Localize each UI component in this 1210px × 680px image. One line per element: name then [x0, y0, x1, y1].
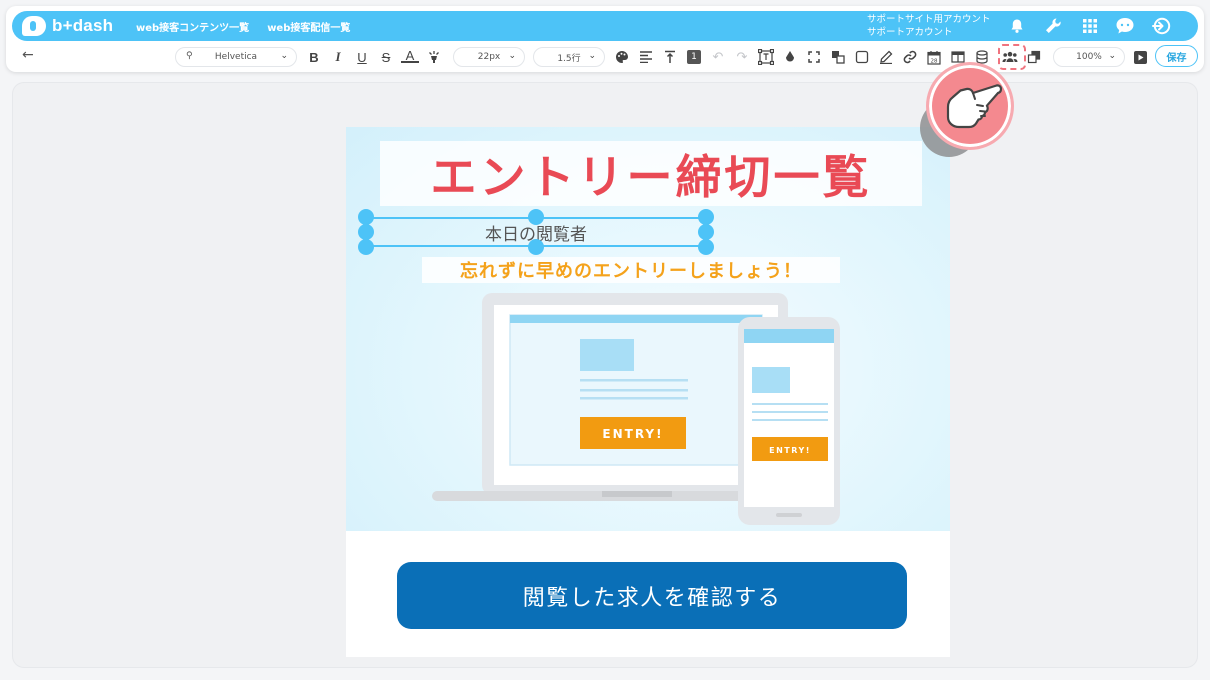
arrange-icon[interactable]: [829, 48, 847, 66]
layer-number: 1: [687, 50, 701, 64]
pointer-callout: [926, 62, 1014, 150]
hero-banner[interactable]: エントリー締切一覧 ENTRY! ENTRY! 本日の閲覧者 忘れずに早めのエン…: [346, 127, 950, 531]
align-left-icon[interactable]: [637, 48, 655, 66]
banner-tagline: 忘れずに早めのエントリーしましょう！: [460, 261, 802, 282]
layer-badge[interactable]: 1: [685, 48, 703, 66]
font-family-select[interactable]: ⚲ Helvetica ⌄: [175, 47, 297, 67]
resize-handle-mr[interactable]: [698, 224, 714, 240]
chevron-down-icon: ⌄: [280, 51, 288, 61]
resize-handle-ml[interactable]: [358, 224, 374, 240]
strikethrough-icon[interactable]: S: [377, 48, 395, 66]
text-color-icon[interactable]: A: [401, 48, 419, 63]
entry-label-mobile: ENTRY!: [769, 446, 811, 455]
nav-delivery-list[interactable]: web接客配信一覧: [267, 19, 350, 34]
palette-icon[interactable]: [613, 48, 631, 66]
logo-text: b+dash: [52, 16, 114, 35]
font-family-value: Helvetica: [214, 52, 258, 62]
back-arrow-icon[interactable]: ←: [22, 47, 34, 63]
zoom-select[interactable]: 100% ⌄: [1053, 47, 1125, 67]
logout-icon[interactable]: [1151, 16, 1171, 36]
italic-icon[interactable]: I: [329, 48, 347, 66]
nav-content-list[interactable]: web接客コンテンツ一覧: [136, 19, 249, 34]
logo-mark-icon: [22, 16, 46, 36]
duplicate-icon[interactable]: [1025, 48, 1043, 66]
font-size-value: 22px: [477, 52, 501, 62]
font-size-select[interactable]: 22px ⌄: [453, 47, 525, 67]
banner-title: エントリー締切一覧: [430, 149, 872, 204]
border-box-icon[interactable]: [853, 48, 871, 66]
calendar-icon[interactable]: 28: [925, 48, 943, 66]
zoom-value: 100%: [1076, 52, 1102, 62]
underline-icon[interactable]: U: [353, 48, 371, 66]
vertical-align-top-icon[interactable]: [661, 48, 679, 66]
title-block[interactable]: エントリー締切一覧: [380, 141, 922, 206]
resize-handle-br[interactable]: [698, 239, 714, 255]
tagline-block[interactable]: 忘れずに早めのエントリーしましょう！: [422, 257, 840, 283]
highlight-icon[interactable]: [425, 48, 443, 66]
highlight-frame: [998, 44, 1026, 70]
search-icon: ⚲: [186, 51, 193, 61]
save-button[interactable]: 保存: [1155, 45, 1198, 67]
hand-pointer-icon: [946, 84, 1003, 129]
resize-handle-bm[interactable]: [528, 239, 544, 255]
resize-handle-tr[interactable]: [698, 209, 714, 225]
chevron-down-icon: ⌄: [508, 51, 516, 61]
account-info[interactable]: サポートサイト用アカウント サポートアカウント: [867, 13, 1007, 39]
top-header: b+dash web接客コンテンツ一覧 web接客配信一覧 サポートサイト用アカ…: [12, 11, 1198, 41]
wrench-icon[interactable]: [1043, 16, 1063, 36]
apps-grid-icon[interactable]: [1080, 16, 1100, 36]
bold-icon[interactable]: B: [305, 48, 323, 66]
resize-handle-tl[interactable]: [358, 209, 374, 225]
logo[interactable]: b+dash: [22, 16, 122, 36]
fullscreen-icon[interactable]: [805, 48, 823, 66]
pen-icon[interactable]: [877, 48, 895, 66]
line-height-value: 1.5行: [557, 53, 581, 64]
entry-label: ENTRY!: [602, 427, 663, 441]
resize-handle-bl[interactable]: [358, 239, 374, 255]
preview-play-icon[interactable]: [1131, 48, 1149, 66]
content-canvas: エントリー締切一覧 ENTRY! ENTRY! 本日の閲覧者 忘れずに早めのエン…: [346, 127, 950, 657]
svg-text:28: 28: [931, 58, 938, 64]
resize-handle-tm[interactable]: [528, 209, 544, 225]
chat-support-icon[interactable]: [1115, 16, 1135, 36]
device-illustration: ENTRY! ENTRY!: [432, 293, 840, 525]
account-name: サポートサイト用アカウント: [867, 14, 991, 25]
view-jobs-button[interactable]: 閲覧した求人を確認する: [397, 562, 907, 629]
chevron-down-icon: ⌄: [1108, 51, 1116, 61]
link-icon[interactable]: [901, 48, 919, 66]
line-height-select[interactable]: 1.5行 ⌄: [533, 47, 605, 67]
text-box-icon[interactable]: [757, 48, 775, 66]
undo-icon[interactable]: ↶: [709, 48, 727, 66]
bell-icon[interactable]: [1007, 16, 1027, 36]
account-role: サポートアカウント: [867, 27, 953, 38]
opacity-drop-icon[interactable]: [781, 48, 799, 66]
redo-icon[interactable]: ↷: [733, 48, 751, 66]
chevron-down-icon: ⌄: [588, 51, 596, 61]
